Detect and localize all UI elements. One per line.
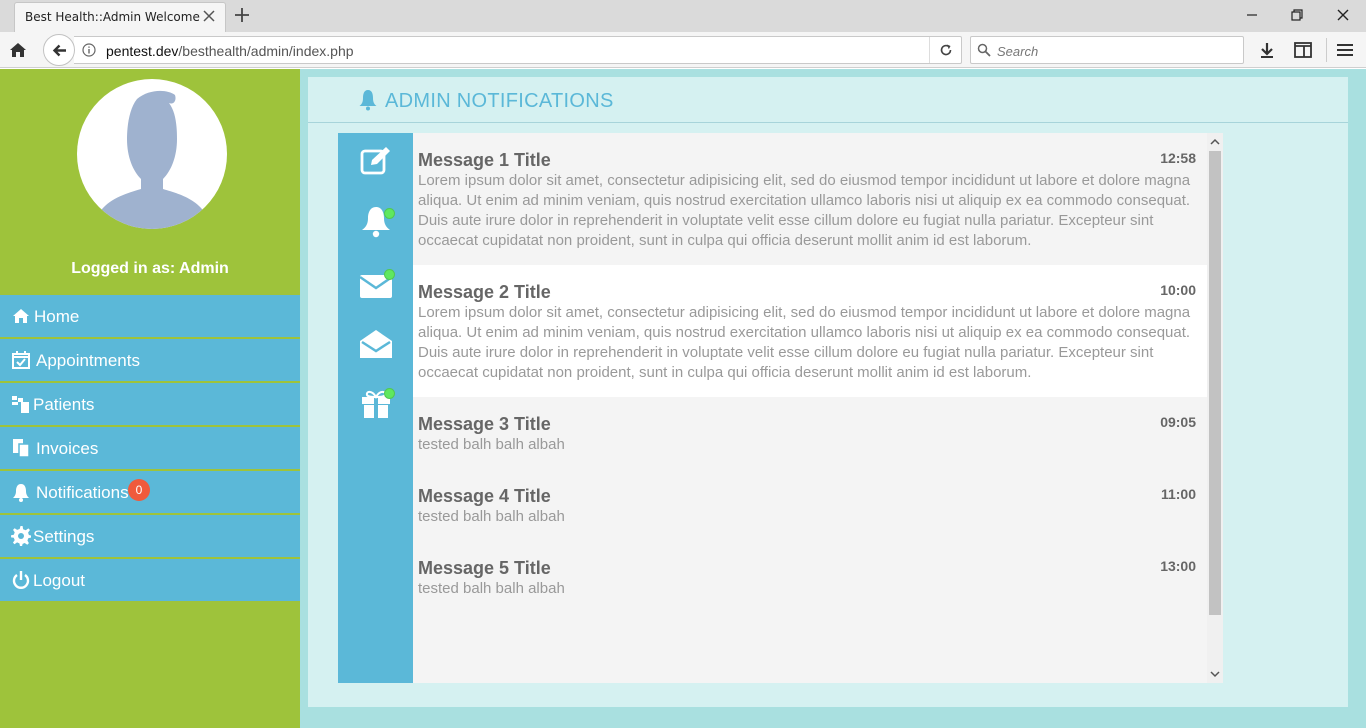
main-content: ADMIN NOTIFICATIONS Message 1 Title 12:5… bbox=[308, 77, 1348, 707]
page-body: Logged in as: Admin Home Appointments Pa… bbox=[0, 69, 1366, 728]
tab-title: Best Health::Admin Welcome bbox=[25, 10, 200, 24]
sidebar-item-appointments[interactable]: Appointments bbox=[0, 339, 300, 383]
message-item[interactable]: Message 1 Title 12:58 Lorem ipsum dolor … bbox=[413, 133, 1207, 265]
notification-count-badge: 0 bbox=[128, 479, 150, 501]
new-tab-icon[interactable] bbox=[233, 6, 251, 24]
notification-type-column bbox=[338, 133, 413, 683]
avatar bbox=[77, 79, 227, 229]
toolbar-divider bbox=[1326, 38, 1327, 62]
url-bar[interactable]: pentest.dev/besthealth/admin/index.php bbox=[74, 36, 962, 64]
message-time: 12:58 bbox=[1160, 150, 1196, 166]
message-body: Lorem ipsum dolor sit amet, consectetur … bbox=[418, 304, 1191, 381]
sidebar-menu: Home Appointments Patients Invoices Noti… bbox=[0, 295, 300, 603]
search-placeholder: Search bbox=[997, 44, 1039, 59]
sidebar-item-settings[interactable]: Settings bbox=[0, 515, 300, 559]
sidebar-item-label: Appointments bbox=[36, 351, 140, 370]
menu-icon[interactable] bbox=[1335, 40, 1355, 60]
back-button[interactable] bbox=[43, 34, 75, 66]
patients-icon bbox=[12, 396, 29, 413]
search-bar[interactable]: Search bbox=[970, 36, 1244, 64]
reload-button[interactable] bbox=[929, 37, 961, 63]
browser-tabbar: Best Health::Admin Welcome bbox=[0, 0, 1366, 32]
notifications-panel: Message 1 Title 12:58 Lorem ipsum dolor … bbox=[338, 133, 1223, 683]
status-dot bbox=[384, 208, 395, 219]
sidebar-item-label: Patients bbox=[33, 395, 95, 414]
message-body: tested balh balh albah bbox=[418, 508, 565, 525]
user-silhouette-icon bbox=[92, 90, 212, 229]
message-item[interactable]: Message 3 Title 09:05 tested balh balh a… bbox=[413, 397, 1207, 473]
browser-tab[interactable]: Best Health::Admin Welcome bbox=[14, 2, 226, 32]
message-list: Message 1 Title 12:58 Lorem ipsum dolor … bbox=[413, 133, 1207, 683]
close-tab-icon[interactable] bbox=[201, 8, 217, 24]
browser-navbar: pentest.dev/besthealth/admin/index.php S… bbox=[0, 32, 1366, 68]
home-icon[interactable] bbox=[8, 40, 28, 60]
sidebar-toggle-icon[interactable] bbox=[1293, 40, 1313, 60]
sidebar-item-label: Logout bbox=[33, 571, 85, 590]
calendar-check-icon bbox=[12, 351, 30, 369]
page-title: ADMIN NOTIFICATIONS bbox=[385, 90, 614, 112]
message-body: Lorem ipsum dolor sit amet, consectetur … bbox=[418, 172, 1191, 249]
message-body: tested balh balh albah bbox=[418, 580, 565, 597]
sidebar-item-home[interactable]: Home bbox=[0, 295, 300, 339]
message-body: tested balh balh albah bbox=[418, 436, 565, 453]
sidebar-item-label: Settings bbox=[33, 527, 95, 546]
edit-icon[interactable] bbox=[359, 144, 393, 178]
sidebar-item-invoices[interactable]: Invoices bbox=[0, 427, 300, 471]
message-time: 09:05 bbox=[1160, 414, 1196, 430]
minimize-icon[interactable] bbox=[1242, 6, 1262, 24]
message-title: Message 3 Title bbox=[418, 414, 551, 434]
message-title: Message 1 Title bbox=[418, 150, 551, 170]
content-header: ADMIN NOTIFICATIONS bbox=[308, 77, 1348, 123]
sidebar-item-label: Notifications bbox=[36, 483, 129, 502]
message-scrollbar[interactable] bbox=[1207, 133, 1223, 683]
message-item[interactable]: Message 5 Title 13:00 tested balh balh a… bbox=[413, 545, 1207, 683]
sidebar-item-label: Invoices bbox=[36, 439, 99, 458]
sidebar-item-patients[interactable]: Patients bbox=[0, 383, 300, 427]
sidebar: Logged in as: Admin Home Appointments Pa… bbox=[0, 69, 300, 728]
reload-icon bbox=[940, 44, 952, 56]
scrollbar-thumb[interactable] bbox=[1209, 151, 1221, 615]
message-time: 10:00 bbox=[1160, 282, 1196, 298]
scroll-up-icon[interactable] bbox=[1210, 137, 1220, 147]
logged-in-label: Logged in as: Admin bbox=[71, 260, 229, 277]
message-item[interactable]: Message 2 Title 10:00 Lorem ipsum dolor … bbox=[413, 265, 1207, 397]
restore-icon[interactable] bbox=[1287, 6, 1307, 24]
envelope-open-icon[interactable] bbox=[359, 327, 393, 361]
message-title: Message 4 Title bbox=[418, 486, 551, 506]
gear-icon bbox=[11, 526, 31, 546]
home-icon bbox=[13, 309, 29, 323]
message-title: Message 5 Title bbox=[418, 558, 551, 578]
status-dot bbox=[384, 269, 395, 280]
sidebar-item-logout[interactable]: Logout bbox=[0, 559, 300, 603]
status-dot bbox=[384, 388, 395, 399]
power-icon bbox=[12, 571, 30, 589]
url-path: /besthealth/admin/index.php bbox=[178, 43, 354, 59]
url-text: pentest.dev/besthealth/admin/index.php bbox=[106, 43, 354, 59]
url-host: pentest.dev bbox=[106, 43, 179, 59]
close-window-icon[interactable] bbox=[1333, 6, 1353, 24]
message-item[interactable]: Message 4 Title 11:00 tested balh balh a… bbox=[413, 473, 1207, 545]
downloads-icon[interactable] bbox=[1257, 40, 1277, 60]
message-time: 13:00 bbox=[1160, 558, 1196, 574]
bell-icon bbox=[13, 484, 29, 502]
message-time: 11:00 bbox=[1160, 486, 1196, 502]
message-title: Message 2 Title bbox=[418, 282, 551, 302]
search-icon bbox=[977, 43, 991, 57]
sidebar-item-notifications[interactable]: Notifications 0 bbox=[0, 471, 300, 515]
info-icon[interactable] bbox=[82, 43, 96, 57]
bell-icon bbox=[359, 90, 377, 111]
scroll-down-icon[interactable] bbox=[1210, 669, 1220, 679]
back-arrow-icon bbox=[52, 44, 66, 57]
invoices-icon bbox=[13, 439, 30, 458]
sidebar-item-label: Home bbox=[34, 307, 80, 326]
